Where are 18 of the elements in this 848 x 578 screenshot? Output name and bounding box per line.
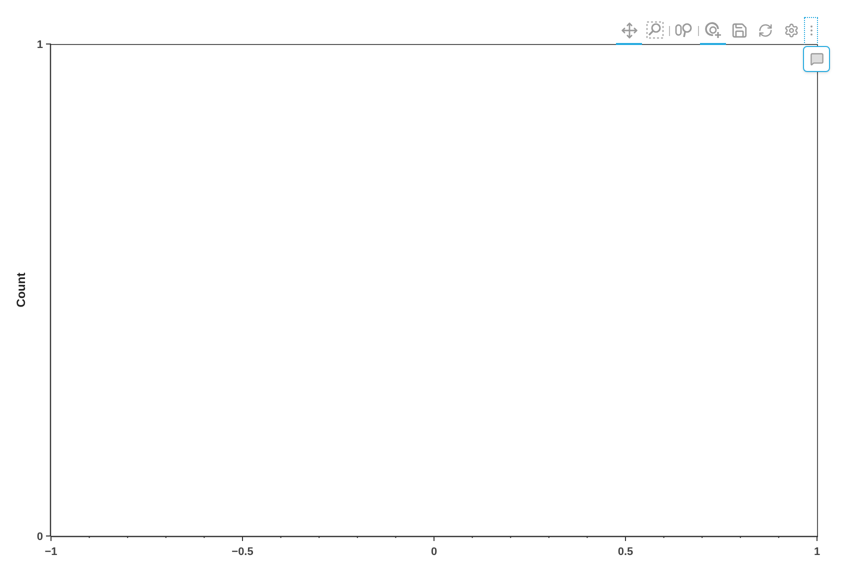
zoom-in-icon (704, 21, 722, 39)
more-button[interactable] (804, 17, 818, 45)
y-tick-label: 1 (36, 39, 43, 51)
box-zoom-icon (646, 21, 664, 39)
more-icon (810, 25, 812, 36)
x-tick-label: −1 (44, 546, 58, 558)
y-axis-label: Count (14, 272, 28, 308)
reset-icon (758, 22, 772, 38)
x-tick-label: 1 (814, 546, 820, 558)
y-tick-label: 0 (36, 531, 43, 543)
save-icon (730, 22, 748, 38)
x-tick-label: 0.5 (618, 546, 634, 558)
speech-bubble-icon (810, 52, 824, 66)
x-tick-label: −0.5 (232, 546, 254, 558)
wheel-zoom-icon (675, 22, 693, 38)
move-icon (620, 22, 638, 38)
settings-icon (784, 22, 798, 38)
x-tick-label: 0 (430, 546, 438, 558)
